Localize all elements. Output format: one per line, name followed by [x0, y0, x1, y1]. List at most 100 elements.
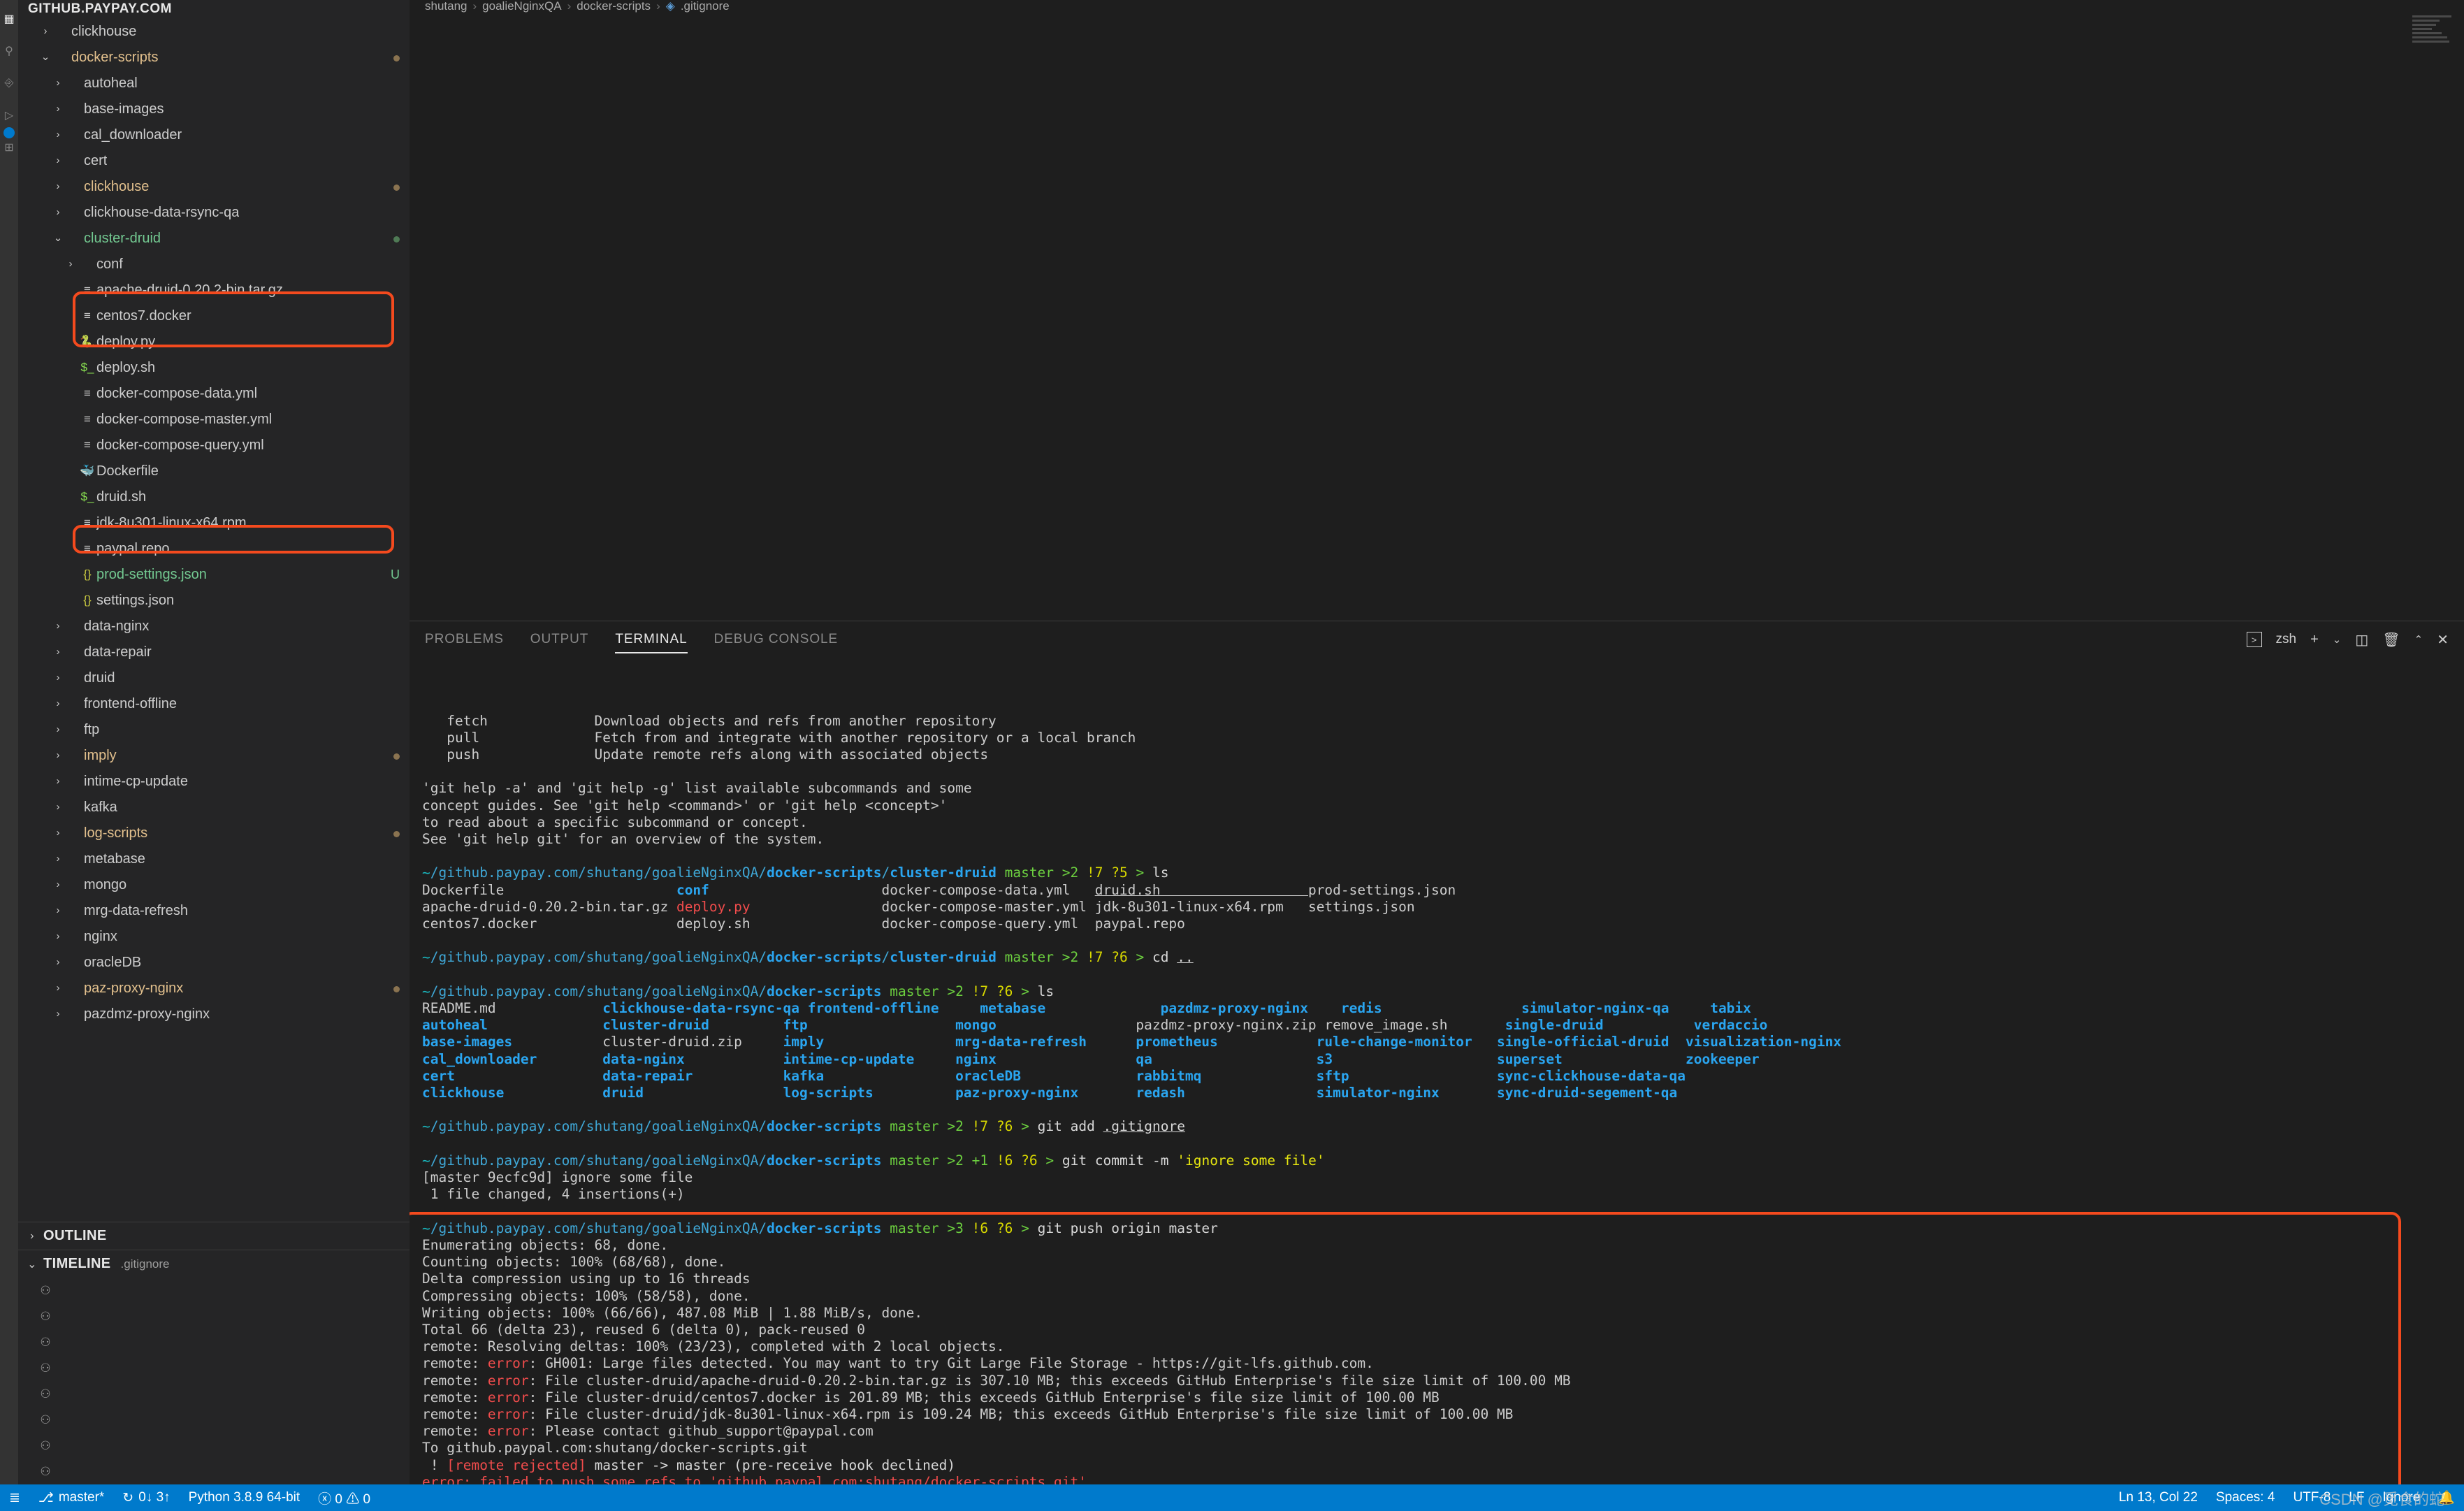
tree-item-mrg-data-refresh[interactable]: › mrg-data-refresh	[18, 897, 410, 923]
breadcrumb[interactable]: shutang › goalieNginxQA › docker-scripts…	[410, 0, 2464, 13]
tree-item-conf[interactable]: › conf	[18, 251, 410, 277]
timeline-item[interactable]: ⚇	[18, 1433, 410, 1459]
tree-item-imply[interactable]: › imply	[18, 742, 410, 768]
tree-item-data-repair[interactable]: › data-repair	[18, 639, 410, 665]
code-content[interactable]	[410, 13, 2464, 380]
breadcrumb-file[interactable]: .gitignore	[681, 0, 730, 13]
status-problems[interactable]: ⓧ 0 ⚠ 0	[309, 1484, 379, 1511]
tree-item-dockerfile[interactable]: 🐳 Dockerfile	[18, 458, 410, 484]
code-line[interactable]	[410, 352, 2464, 380]
status-eol[interactable]: LF	[2340, 1484, 2373, 1511]
tree-item-cert[interactable]: › cert	[18, 147, 410, 173]
breadcrumb-item-1[interactable]: goalieNginxQA	[482, 0, 561, 13]
tree-item-druid[interactable]: › druid	[18, 665, 410, 691]
timeline-item[interactable]: ⚇	[18, 1278, 410, 1303]
status-cursor-position[interactable]: Ln 13, Col 22	[2110, 1484, 2207, 1511]
code-line[interactable]	[410, 45, 2464, 73]
terminal-shell-name[interactable]: zsh	[2276, 632, 2297, 647]
tree-item-clickhouse[interactable]: › clickhouse	[18, 18, 410, 44]
tree-item-ftp[interactable]: › ftp	[18, 716, 410, 742]
tree-item-autoheal[interactable]: › autoheal	[18, 70, 410, 96]
tree-item-intime-cp-update[interactable]: › intime-cp-update	[18, 768, 410, 794]
status-encoding[interactable]: UTF-8	[2284, 1484, 2340, 1511]
tree-item-data-nginx[interactable]: › data-nginx	[18, 613, 410, 639]
breadcrumb-item-2[interactable]: docker-scripts	[577, 0, 651, 13]
timeline-item[interactable]: ⚇	[18, 1303, 410, 1329]
outline-section-header[interactable]: › OUTLINE	[18, 1222, 410, 1250]
status-python-interpreter[interactable]: Python 3.8.9 64-bit	[180, 1484, 310, 1511]
code-line[interactable]	[410, 268, 2464, 296]
text-editor[interactable]	[410, 13, 2464, 621]
tree-item-centos7-docker[interactable]: ≡ centos7.docker	[18, 303, 410, 328]
terminal-shell-icon[interactable]: >	[2246, 632, 2262, 647]
code-line[interactable]	[410, 240, 2464, 268]
code-line[interactable]	[410, 73, 2464, 101]
tree-item-nginx[interactable]: › nginx	[18, 923, 410, 949]
tree-item-log-scripts[interactable]: › log-scripts	[18, 820, 410, 846]
workspace-root-label[interactable]: GITHUB.PAYPAY.COM	[18, 0, 410, 18]
tree-item-base-images[interactable]: › base-images	[18, 96, 410, 122]
code-line[interactable]	[410, 185, 2464, 212]
trash-icon[interactable]: 🗑	[2382, 631, 2400, 649]
tree-item-jdk-8u301-linux-x64-rpm[interactable]: ≡ jdk-8u301-linux-x64.rpm	[18, 509, 410, 535]
code-line[interactable]	[410, 157, 2464, 185]
status-branch[interactable]: ⎇ master*	[29, 1484, 113, 1511]
source-control-icon[interactable]: ⎆	[2, 67, 16, 99]
tree-item-clickhouse[interactable]: › clickhouse	[18, 173, 410, 199]
tree-item-kafka[interactable]: › kafka	[18, 794, 410, 820]
timeline-item[interactable]: ⚇	[18, 1329, 410, 1355]
status-language-mode[interactable]: Ignore	[2373, 1484, 2429, 1511]
timeline-item[interactable]: ⚇	[18, 1381, 410, 1407]
timeline-item[interactable]: ⚇	[18, 1355, 410, 1381]
minimap[interactable]	[2412, 15, 2451, 43]
tab-terminal[interactable]: TERMINAL	[615, 621, 688, 658]
tree-item-cal-downloader[interactable]: › cal_downloader	[18, 122, 410, 147]
code-line[interactable]	[410, 324, 2464, 352]
tree-item-docker-compose-data-yml[interactable]: ≡ docker-compose-data.yml	[18, 380, 410, 406]
chevron-up-icon[interactable]: ⌃	[2414, 633, 2423, 646]
breadcrumb-item-0[interactable]: shutang	[425, 0, 468, 13]
new-terminal-icon[interactable]: +	[2310, 632, 2319, 648]
code-line[interactable]	[410, 212, 2464, 240]
tree-item-cluster-druid[interactable]: ⌄ cluster-druid	[18, 225, 410, 251]
file-tree[interactable]: › clickhouse ⌄ docker-scripts › autoheal › base…	[18, 18, 410, 1027]
status-indentation[interactable]: Spaces: 4	[2207, 1484, 2284, 1511]
tab-output[interactable]: OUTPUT	[530, 621, 589, 658]
timeline-item[interactable]: ⚇	[18, 1407, 410, 1433]
close-icon[interactable]: ✕	[2437, 631, 2449, 649]
tree-item-paz-proxy-nginx[interactable]: › paz-proxy-nginx	[18, 975, 410, 1001]
code-line[interactable]	[410, 296, 2464, 324]
tree-item-docker-scripts[interactable]: ⌄ docker-scripts	[18, 44, 410, 70]
explorer-icon[interactable]: ▦	[2, 3, 16, 35]
tab-debug-console[interactable]: DEBUG CONSOLE	[714, 621, 838, 658]
tree-item-metabase[interactable]: › metabase	[18, 846, 410, 872]
tree-item-docker-compose-query-yml[interactable]: ≡ docker-compose-query.yml	[18, 432, 410, 458]
status-remote-indicator[interactable]: ≣	[0, 1484, 29, 1511]
tab-problems[interactable]: PROBLEMS	[425, 621, 504, 658]
status-notifications[interactable]: 🔔	[2429, 1484, 2464, 1511]
tree-item-paypal-repo[interactable]: ≡ paypal.repo	[18, 535, 410, 561]
code-line[interactable]	[410, 101, 2464, 129]
tree-item-deploy-sh[interactable]: $_ deploy.sh	[18, 354, 410, 380]
tree-item-deploy-py[interactable]: 🐍 deploy.py	[18, 328, 410, 354]
timeline-list[interactable]: ⚇ ⚇ ⚇ ⚇ ⚇ ⚇ ⚇ ⚇	[18, 1278, 410, 1484]
timeline-item[interactable]: ⚇	[18, 1459, 410, 1484]
chevron-down-icon[interactable]: ⌄	[2333, 633, 2342, 646]
tree-item-apache-druid-0-20-2-bin-tar-gz[interactable]: ≡ apache-druid-0.20.2-bin.tar.gz	[18, 277, 410, 303]
code-line[interactable]	[410, 17, 2464, 45]
tree-item-pazdmz-proxy-nginx[interactable]: › pazdmz-proxy-nginx	[18, 1001, 410, 1027]
terminal-output[interactable]: 5m 0s fetch Download objects and refs fr…	[410, 658, 2464, 1484]
tree-item-mongo[interactable]: › mongo	[18, 872, 410, 897]
tree-item-settings-json[interactable]: {} settings.json	[18, 587, 410, 613]
tree-item-prod-settings-json[interactable]: {} prod-settings.json U	[18, 561, 410, 587]
tree-item-druid-sh[interactable]: $_ druid.sh	[18, 484, 410, 509]
tree-item-oracledb[interactable]: › oracleDB	[18, 949, 410, 975]
status-sync[interactable]: ↻ 0↓ 3↑	[113, 1484, 179, 1511]
code-line[interactable]	[410, 129, 2464, 157]
search-icon[interactable]: ⚲	[2, 35, 16, 67]
tree-item-frontend-offline[interactable]: › frontend-offline	[18, 691, 410, 716]
split-terminal-icon[interactable]: ◫	[2355, 631, 2368, 649]
tree-item-clickhouse-data-rsync-qa[interactable]: › clickhouse-data-rsync-qa	[18, 199, 410, 225]
explorer-tree-container[interactable]: GITHUB.PAYPAY.COM › clickhouse ⌄ docker-scr…	[18, 0, 410, 1222]
tree-item-docker-compose-master-yml[interactable]: ≡ docker-compose-master.yml	[18, 406, 410, 432]
